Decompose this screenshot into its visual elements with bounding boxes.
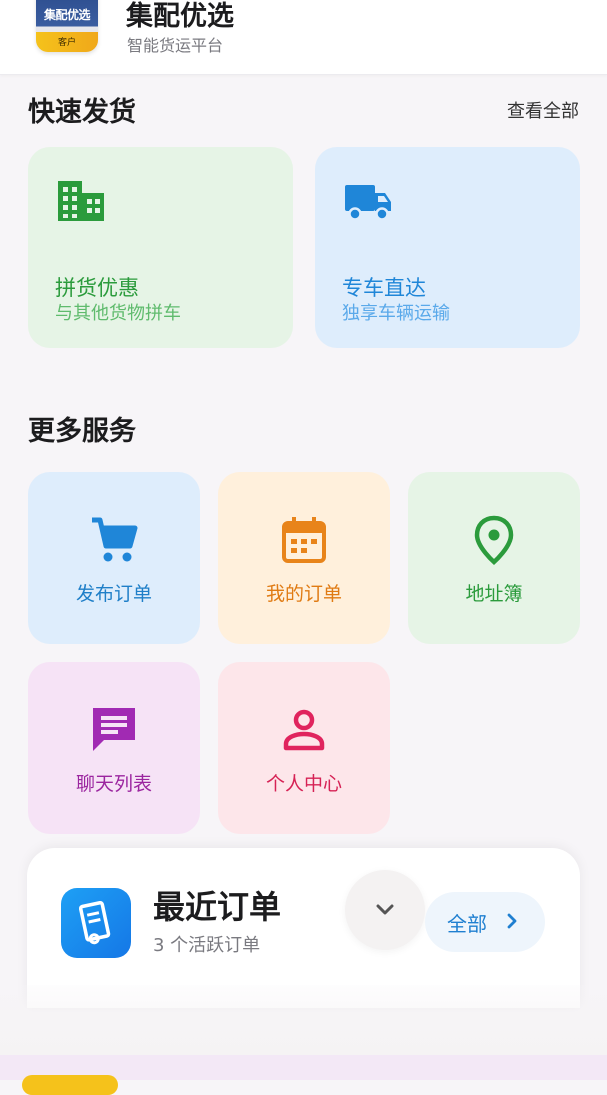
recent-orders-count: 3 个活跃订单 xyxy=(153,935,261,956)
service-personal-center[interactable]: 个人中心 xyxy=(218,662,390,834)
quick-ship-card-desc: 与其他货物拼车 xyxy=(55,303,181,324)
recent-orders-panel: 最近订单 3 个活跃订单 全部 xyxy=(27,848,580,1008)
cart-icon xyxy=(92,517,138,562)
truck-icon xyxy=(345,185,391,221)
app-subtitle: 智能货运平台 xyxy=(127,36,224,55)
service-address-book[interactable]: 地址簿 xyxy=(408,472,580,644)
app-title: 集配优选 xyxy=(126,1,234,32)
all-orders-label: 全部 xyxy=(447,912,487,936)
location-pin-icon xyxy=(474,515,514,566)
all-orders-button[interactable]: 全部 xyxy=(425,892,545,952)
recent-orders-title: 最近订单 xyxy=(153,888,282,926)
document-icon xyxy=(78,900,111,945)
app-header: 集配优选 客户 集配优选 智能货运平台 xyxy=(0,0,607,75)
more-services-title: 更多服务 xyxy=(28,416,136,447)
service-label: 我的订单 xyxy=(265,583,342,605)
service-chat-list[interactable]: 聊天列表 xyxy=(28,662,200,834)
collapse-button[interactable] xyxy=(345,870,425,950)
quick-ship-title: 快速发货 xyxy=(28,97,136,128)
quick-ship-card-carpool[interactable]: 拼货优惠 与其他货物拼车 xyxy=(28,147,293,348)
view-all-link[interactable]: 查看全部 xyxy=(507,97,579,123)
building-icon xyxy=(58,181,104,221)
calendar-icon xyxy=(282,517,326,563)
chat-icon xyxy=(93,708,135,751)
quick-ship-card-desc: 独享车辆运输 xyxy=(342,303,450,324)
logo-badge: 客户 xyxy=(36,32,98,52)
chevron-down-icon xyxy=(376,904,394,915)
app-logo: 集配优选 客户 xyxy=(36,0,98,52)
logo-text: 集配优选 xyxy=(43,8,91,22)
service-publish-order[interactable]: 发布订单 xyxy=(28,472,200,644)
service-label: 发布订单 xyxy=(75,583,152,605)
recent-orders-icon-tile xyxy=(61,888,131,958)
quick-ship-card-dedicated[interactable]: 专车直达 独享车辆运输 xyxy=(315,147,580,348)
bottom-pill xyxy=(22,1075,118,1095)
service-label: 个人中心 xyxy=(265,773,342,795)
bottom-fade xyxy=(0,985,607,1055)
service-label: 地址簿 xyxy=(465,583,523,605)
person-icon xyxy=(283,709,325,751)
service-my-orders[interactable]: 我的订单 xyxy=(218,472,390,644)
service-label: 聊天列表 xyxy=(75,773,152,795)
chevron-right-icon xyxy=(507,913,517,929)
quick-ship-card-title: 拼货优惠 xyxy=(55,276,139,300)
quick-ship-card-title: 专车直达 xyxy=(342,276,426,300)
